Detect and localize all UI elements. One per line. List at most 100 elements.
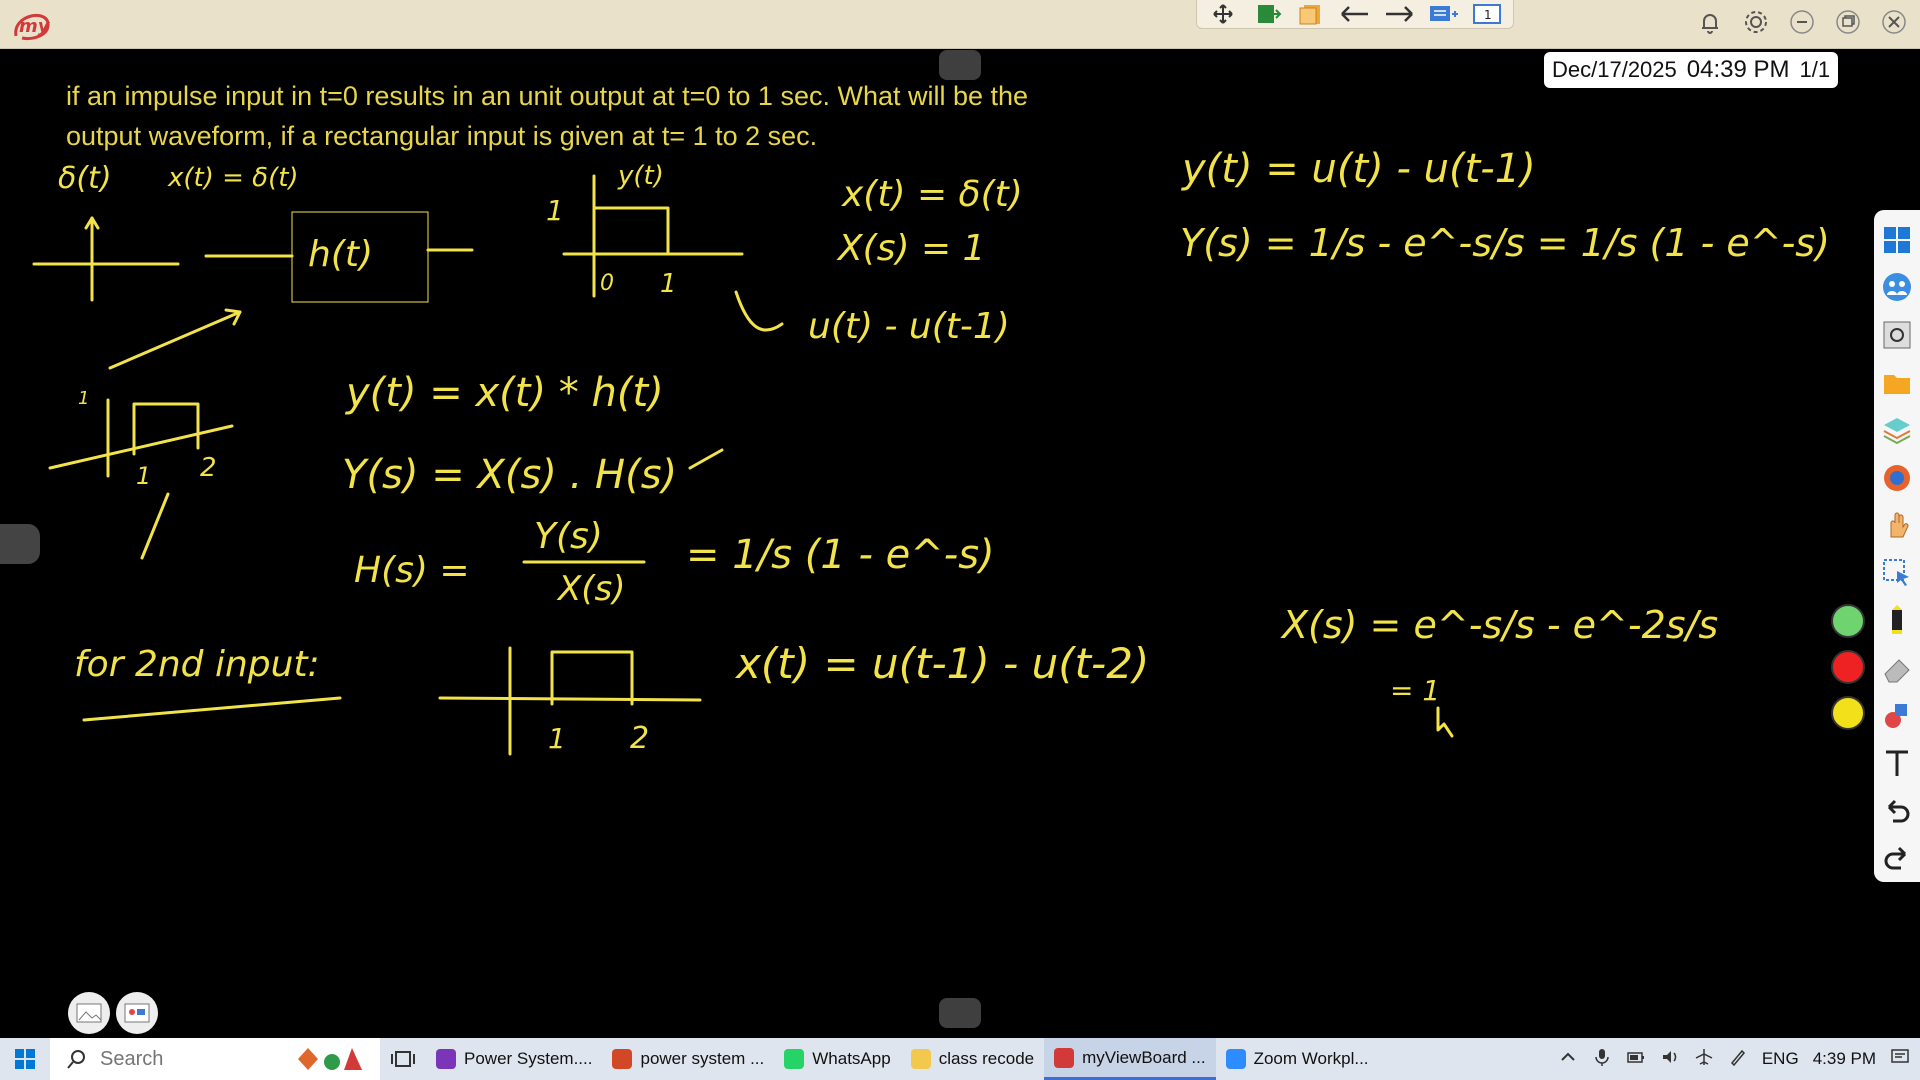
- ink-check-mark: [688, 448, 724, 470]
- widgets-icon[interactable]: [116, 992, 158, 1034]
- shapes-icon[interactable]: [1877, 696, 1917, 736]
- ink-up-arrow: [140, 492, 170, 560]
- date-time-display: Dec/17/2025 04:39 PM 1/1: [1544, 52, 1839, 88]
- exit-board-icon[interactable]: [1245, 0, 1289, 28]
- window-controls: [1694, 6, 1910, 38]
- top-collapse-handle[interactable]: [939, 50, 981, 80]
- arrow-right-icon[interactable]: [1377, 0, 1421, 28]
- taskbar-app-whatsapp[interactable]: WhatsApp: [774, 1038, 900, 1080]
- microphone-icon[interactable]: [1592, 1047, 1612, 1072]
- question-line-2: output waveform, if a rectangular input …: [66, 121, 818, 151]
- left-panel-handle[interactable]: [0, 524, 40, 564]
- volume-icon[interactable]: [1660, 1047, 1680, 1072]
- time-text: 04:39 PM: [1686, 56, 1790, 83]
- taskbar-app-onenote[interactable]: Power System....: [426, 1038, 602, 1080]
- color-green-swatch[interactable]: [1831, 604, 1865, 638]
- whatsapp-icon: [784, 1049, 805, 1069]
- question-text: if an impulse input in t=0 results in an…: [66, 76, 1186, 156]
- folder-icon[interactable]: [1877, 363, 1917, 403]
- ink-x-delta: x(t) = δ(t): [167, 163, 299, 193]
- ink-ys-prod: Y(s) = X(s) . H(s): [342, 452, 677, 498]
- ink-y-label: y(t): [617, 161, 664, 191]
- ink-one-d: 1: [136, 462, 151, 490]
- onenote-icon: [436, 1049, 456, 1069]
- ink-hs-num: Y(s): [534, 516, 603, 557]
- ink-second-xaxis: [438, 696, 702, 702]
- taskbar-clock[interactable]: 4:39 PM: [1813, 1049, 1876, 1069]
- taskbar-app-class-recode[interactable]: class recode: [901, 1038, 1044, 1080]
- title-bar: my 1: [0, 0, 1920, 49]
- language-indicator[interactable]: ENG: [1762, 1049, 1799, 1069]
- ink-zero: 0: [600, 271, 614, 296]
- chevron-up-icon[interactable]: [1558, 1047, 1578, 1072]
- move-icon[interactable]: [1201, 0, 1245, 28]
- page-number-icon[interactable]: 1: [1465, 0, 1509, 28]
- windows-taskbar: Power System.... power system ... WhatsA…: [0, 1038, 1920, 1080]
- select-icon[interactable]: [1877, 553, 1917, 593]
- ink-yt-right: y(t) = u(t) - u(t-1): [1181, 146, 1536, 192]
- ink-hs-den: X(s): [556, 569, 626, 609]
- search-highlight-icon: [296, 1044, 368, 1074]
- color-yellow-swatch[interactable]: [1831, 696, 1865, 730]
- undo-icon[interactable]: [1877, 791, 1917, 831]
- board-toolbar: 1: [1196, 0, 1514, 29]
- pen-menu-icon[interactable]: [1728, 1047, 1748, 1072]
- page-icon[interactable]: [1289, 0, 1333, 28]
- taskbar-app-myviewboard[interactable]: myViewBoard ...: [1044, 1038, 1216, 1080]
- minimize-icon[interactable]: [1786, 6, 1818, 38]
- camera-icon[interactable]: [1877, 315, 1917, 355]
- zoom-icon: [1225, 1049, 1246, 1069]
- browser-icon[interactable]: [1877, 458, 1917, 498]
- ink-two-b: 2: [630, 721, 649, 756]
- restore-icon[interactable]: [1832, 6, 1864, 38]
- taskbar-app-label: class recode: [938, 1049, 1035, 1068]
- eraser-icon[interactable]: [1877, 648, 1917, 688]
- start-button[interactable]: [0, 1038, 50, 1080]
- windows-logo-icon: [15, 1049, 35, 1069]
- redo-icon[interactable]: [1877, 839, 1917, 879]
- windows-icon[interactable]: [1877, 220, 1917, 260]
- bottom-left-tools: [68, 992, 158, 1034]
- question-line-1: if an impulse input in t=0 results in an…: [66, 81, 1029, 111]
- task-view-button[interactable]: [380, 1038, 426, 1080]
- search-icon: [67, 1050, 85, 1069]
- color-red-swatch[interactable]: [1831, 650, 1865, 684]
- arrow-left-icon[interactable]: [1333, 0, 1377, 28]
- myviewboard-logo[interactable]: my: [10, 6, 54, 42]
- airplane-mode-icon[interactable]: [1694, 1047, 1714, 1072]
- taskbar-app-label: myViewBoard ...: [1082, 1047, 1206, 1067]
- battery-icon[interactable]: [1626, 1047, 1646, 1072]
- ink-eq-one: = 1: [1390, 674, 1440, 707]
- ink-yt-conv: y(t) = x(t) * h(t): [345, 370, 664, 416]
- pen-icon[interactable]: [1877, 601, 1917, 641]
- myviewboard-icon: [1054, 1047, 1075, 1068]
- people-icon[interactable]: [1877, 268, 1917, 308]
- hand-icon[interactable]: [1877, 505, 1917, 545]
- text-icon[interactable]: [1877, 743, 1917, 783]
- taskbar-search[interactable]: [50, 1038, 380, 1080]
- ink-h-box-label: h(t): [308, 234, 373, 275]
- ink-hs-lhs: H(s) =: [354, 550, 470, 591]
- ink-underline: [82, 696, 342, 722]
- layers-icon[interactable]: [1877, 410, 1917, 450]
- cursor-pointer-icon: [1436, 706, 1454, 738]
- bell-icon[interactable]: [1694, 6, 1726, 38]
- notification-icon[interactable]: [1890, 1047, 1910, 1072]
- search-input[interactable]: [98, 1046, 302, 1072]
- svg-text:1: 1: [1484, 8, 1492, 22]
- ink-one-e: 1: [548, 722, 566, 755]
- taskbar-app-label: power system ...: [640, 1049, 765, 1068]
- close-icon[interactable]: [1878, 6, 1910, 38]
- background-image-icon[interactable]: [68, 992, 110, 1034]
- taskbar-app-zoom[interactable]: Zoom Workpl...: [1216, 1038, 1379, 1080]
- whiteboard-canvas[interactable]: δ(t) x(t) = δ(t) h(t) y(t) 1 0 1 x(t) = …: [0, 48, 1920, 1080]
- powerpoint-icon: [612, 1049, 633, 1069]
- gear-icon[interactable]: [1740, 6, 1772, 38]
- taskbar-app-powerpoint[interactable]: power system ...: [602, 1038, 774, 1080]
- ink-second-pulse: [550, 650, 634, 706]
- ink-xs-second: X(s) = e^-s/s - e^-2s/s: [1280, 603, 1718, 647]
- ink-for-2nd: for 2nd input:: [74, 644, 320, 685]
- bottom-collapse-handle[interactable]: [939, 998, 981, 1028]
- add-page-icon[interactable]: [1421, 0, 1465, 28]
- taskbar-app-label: Power System....: [464, 1049, 593, 1068]
